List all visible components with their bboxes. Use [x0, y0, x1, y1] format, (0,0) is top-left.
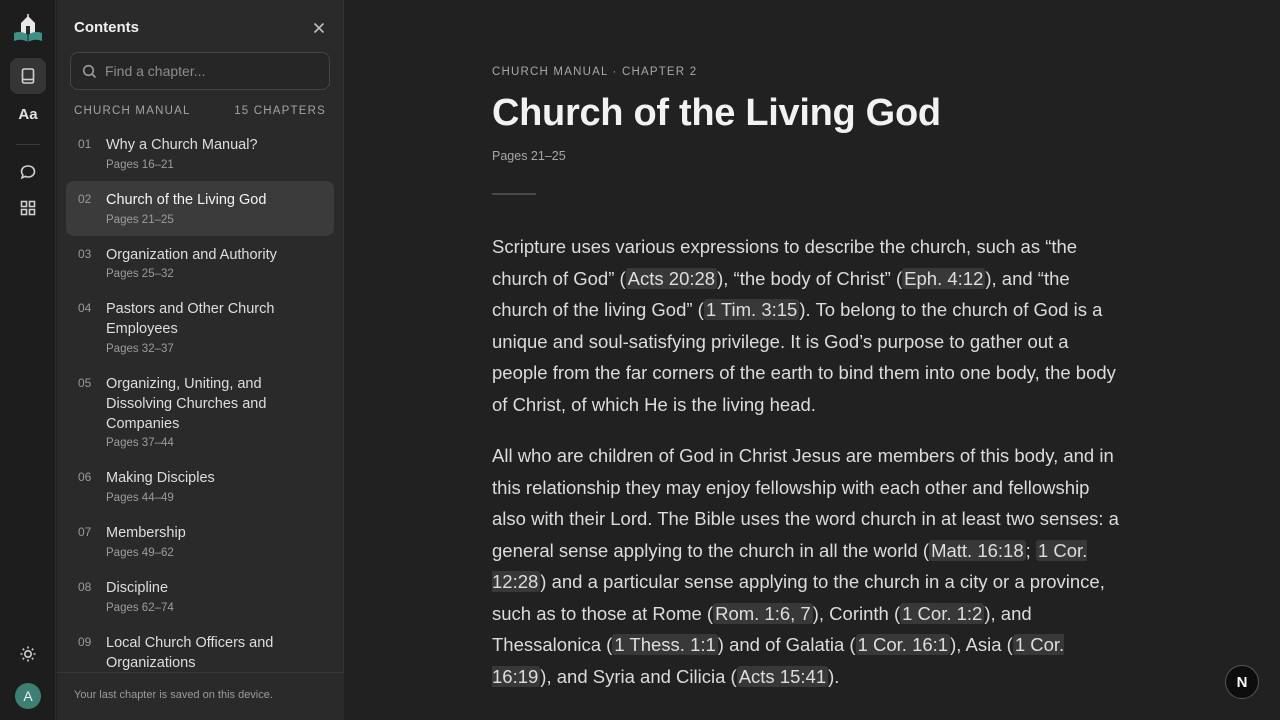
chapter-number: 09 — [78, 634, 92, 649]
search-icon — [82, 64, 97, 79]
chapter-item-01[interactable]: 01 Why a Church Manual? Pages 16–21 — [66, 126, 334, 181]
next-logo-button[interactable]: N — [1225, 665, 1259, 699]
save-notice: Your last chapter is saved on this devic… — [74, 689, 273, 701]
sun-icon — [20, 646, 36, 662]
scripture-reference[interactable]: 1 Cor. 1:2 — [900, 602, 985, 624]
typography-aa: Aa — [18, 105, 38, 123]
chapter-title: Why a Church Manual? — [106, 137, 258, 153]
scripture-reference[interactable]: 1 Thess. 1:1 — [612, 634, 718, 655]
sidebar-footer: Your last chapter is saved on this devic… — [57, 672, 344, 720]
scripture-reference[interactable]: Matt. 16:18 — [929, 539, 1026, 561]
chapter-item-05[interactable]: 05 Organizing, Uniting, and Dissolving C… — [66, 365, 334, 459]
section-header: CHURCH MANUAL 15 CHAPTERS — [74, 105, 326, 117]
text-run: ), Corinth ( — [812, 602, 901, 624]
chapter-pages: Pages 32–37 — [106, 342, 174, 355]
close-sidebar-button[interactable] — [311, 20, 327, 36]
chapter-title: Church of the Living God — [106, 191, 267, 208]
theme-toggle-button[interactable] — [10, 636, 46, 672]
text-run: ), Asia ( — [950, 634, 1013, 655]
chapter-number: 05 — [78, 375, 92, 390]
chapter-item-08[interactable]: 08 Discipline Pages 62–74 — [66, 569, 334, 624]
chapter-item-02[interactable]: 02 Church of the Living God Pages 21–25 — [66, 180, 334, 236]
text-run: ), and Syria and Cilicia ( — [540, 665, 737, 687]
chapter-pages: Pages 44–49 — [106, 492, 174, 505]
app-rail: Aa A — [0, 0, 56, 720]
chapter-number: 01 — [78, 137, 92, 151]
page-range: Pages 21–25 — [492, 149, 566, 163]
chapter-pages: Pages 25–32 — [106, 268, 174, 281]
grid-icon — [20, 200, 36, 216]
paragraph: All who are children of God in Christ Je… — [492, 440, 1127, 692]
avatar[interactable]: A — [15, 683, 41, 709]
typography-button[interactable]: Aa — [10, 96, 46, 132]
scripture-reference[interactable]: 1 Cor. 16:1 — [855, 634, 951, 655]
chapter-number: 07 — [78, 525, 92, 540]
chapter-item-03[interactable]: 03 Organization and Authority Pages 25–3… — [66, 236, 334, 291]
contents-sidebar: Contents CHURCH MANUAL 15 CHAPTERS 01 Wh… — [57, 0, 344, 720]
page-title: Church of the Living God — [492, 92, 941, 134]
chat-button[interactable] — [10, 154, 46, 190]
chapter-number: 03 — [78, 246, 92, 261]
chapter-item-09[interactable]: 09 Local Church Officers and Organizatio… — [66, 624, 334, 672]
scripture-reference[interactable]: 1 Tim. 3:15 — [703, 299, 800, 320]
chapter-list: 01 Why a Church Manual? Pages 16–21 02 C… — [66, 126, 334, 672]
chapter-title: Organization and Authority — [106, 246, 277, 263]
chapter-body: Scripture uses various expressions to de… — [492, 231, 1127, 712]
chapter-count: 15 CHAPTERS — [234, 105, 326, 117]
chapter-search-input[interactable] — [105, 53, 325, 89]
contents-book-button[interactable] — [10, 58, 46, 94]
chapter-number: 06 — [78, 470, 92, 485]
section-label: CHURCH MANUAL — [74, 105, 191, 117]
chapter-item-04[interactable]: 04 Pastors and Other Church Employees Pa… — [66, 290, 334, 365]
chapter-title: Discipline — [106, 579, 169, 596]
chapter-number: 04 — [78, 301, 92, 316]
text-run: ; — [1025, 539, 1036, 561]
scripture-reference[interactable]: Eph. 4:12 — [902, 267, 986, 289]
chapter-title: Membership — [106, 525, 186, 542]
reader-main: CHURCH MANUAL · CHAPTER 2 Church of the … — [345, 0, 1280, 720]
text-run: ) and of Galatia ( — [717, 634, 856, 655]
chapter-pages: Pages 37–44 — [106, 437, 174, 450]
breadcrumb: CHURCH MANUAL · CHAPTER 2 — [492, 66, 698, 78]
title-divider — [492, 193, 536, 195]
chapter-title: Pastors and Other Church Employees — [106, 301, 275, 338]
chapter-title: Making Disciples — [106, 470, 215, 487]
chapter-number: 02 — [78, 191, 92, 206]
chapter-number: 08 — [78, 579, 92, 594]
apps-grid-button[interactable] — [10, 190, 46, 226]
text-run: ), “the body of Christ” ( — [717, 267, 903, 289]
chapter-item-07[interactable]: 07 Membership Pages 49–62 — [66, 514, 334, 569]
chapter-pages: Pages 62–74 — [106, 601, 174, 614]
text-run: ). — [828, 665, 840, 687]
chapter-pages: Pages 16–21 — [106, 158, 174, 171]
chapter-item-06[interactable]: 06 Making Disciples Pages 44–49 — [66, 459, 334, 514]
scripture-reference[interactable]: Rom. 1:6, 7 — [713, 602, 813, 624]
chapter-search — [70, 52, 330, 90]
chapter-title: Organizing, Uniting, and Dissolving Chur… — [106, 375, 267, 432]
scripture-reference[interactable]: Acts 15:41 — [736, 665, 829, 687]
close-icon — [313, 22, 325, 34]
rail-divider — [16, 144, 40, 145]
book-icon — [21, 68, 35, 84]
paragraph: Scripture uses various expressions to de… — [492, 231, 1127, 420]
chapter-pages: Pages 49–62 — [106, 546, 174, 559]
scripture-reference[interactable]: Acts 20:28 — [625, 267, 718, 289]
chapter-pages: Pages 21–25 — [106, 213, 174, 226]
chat-icon — [20, 165, 36, 180]
chapter-title: Local Church Officers and Organizations — [106, 634, 274, 671]
church-book-logo-icon[interactable] — [12, 14, 44, 44]
sidebar-title: Contents — [74, 19, 139, 36]
